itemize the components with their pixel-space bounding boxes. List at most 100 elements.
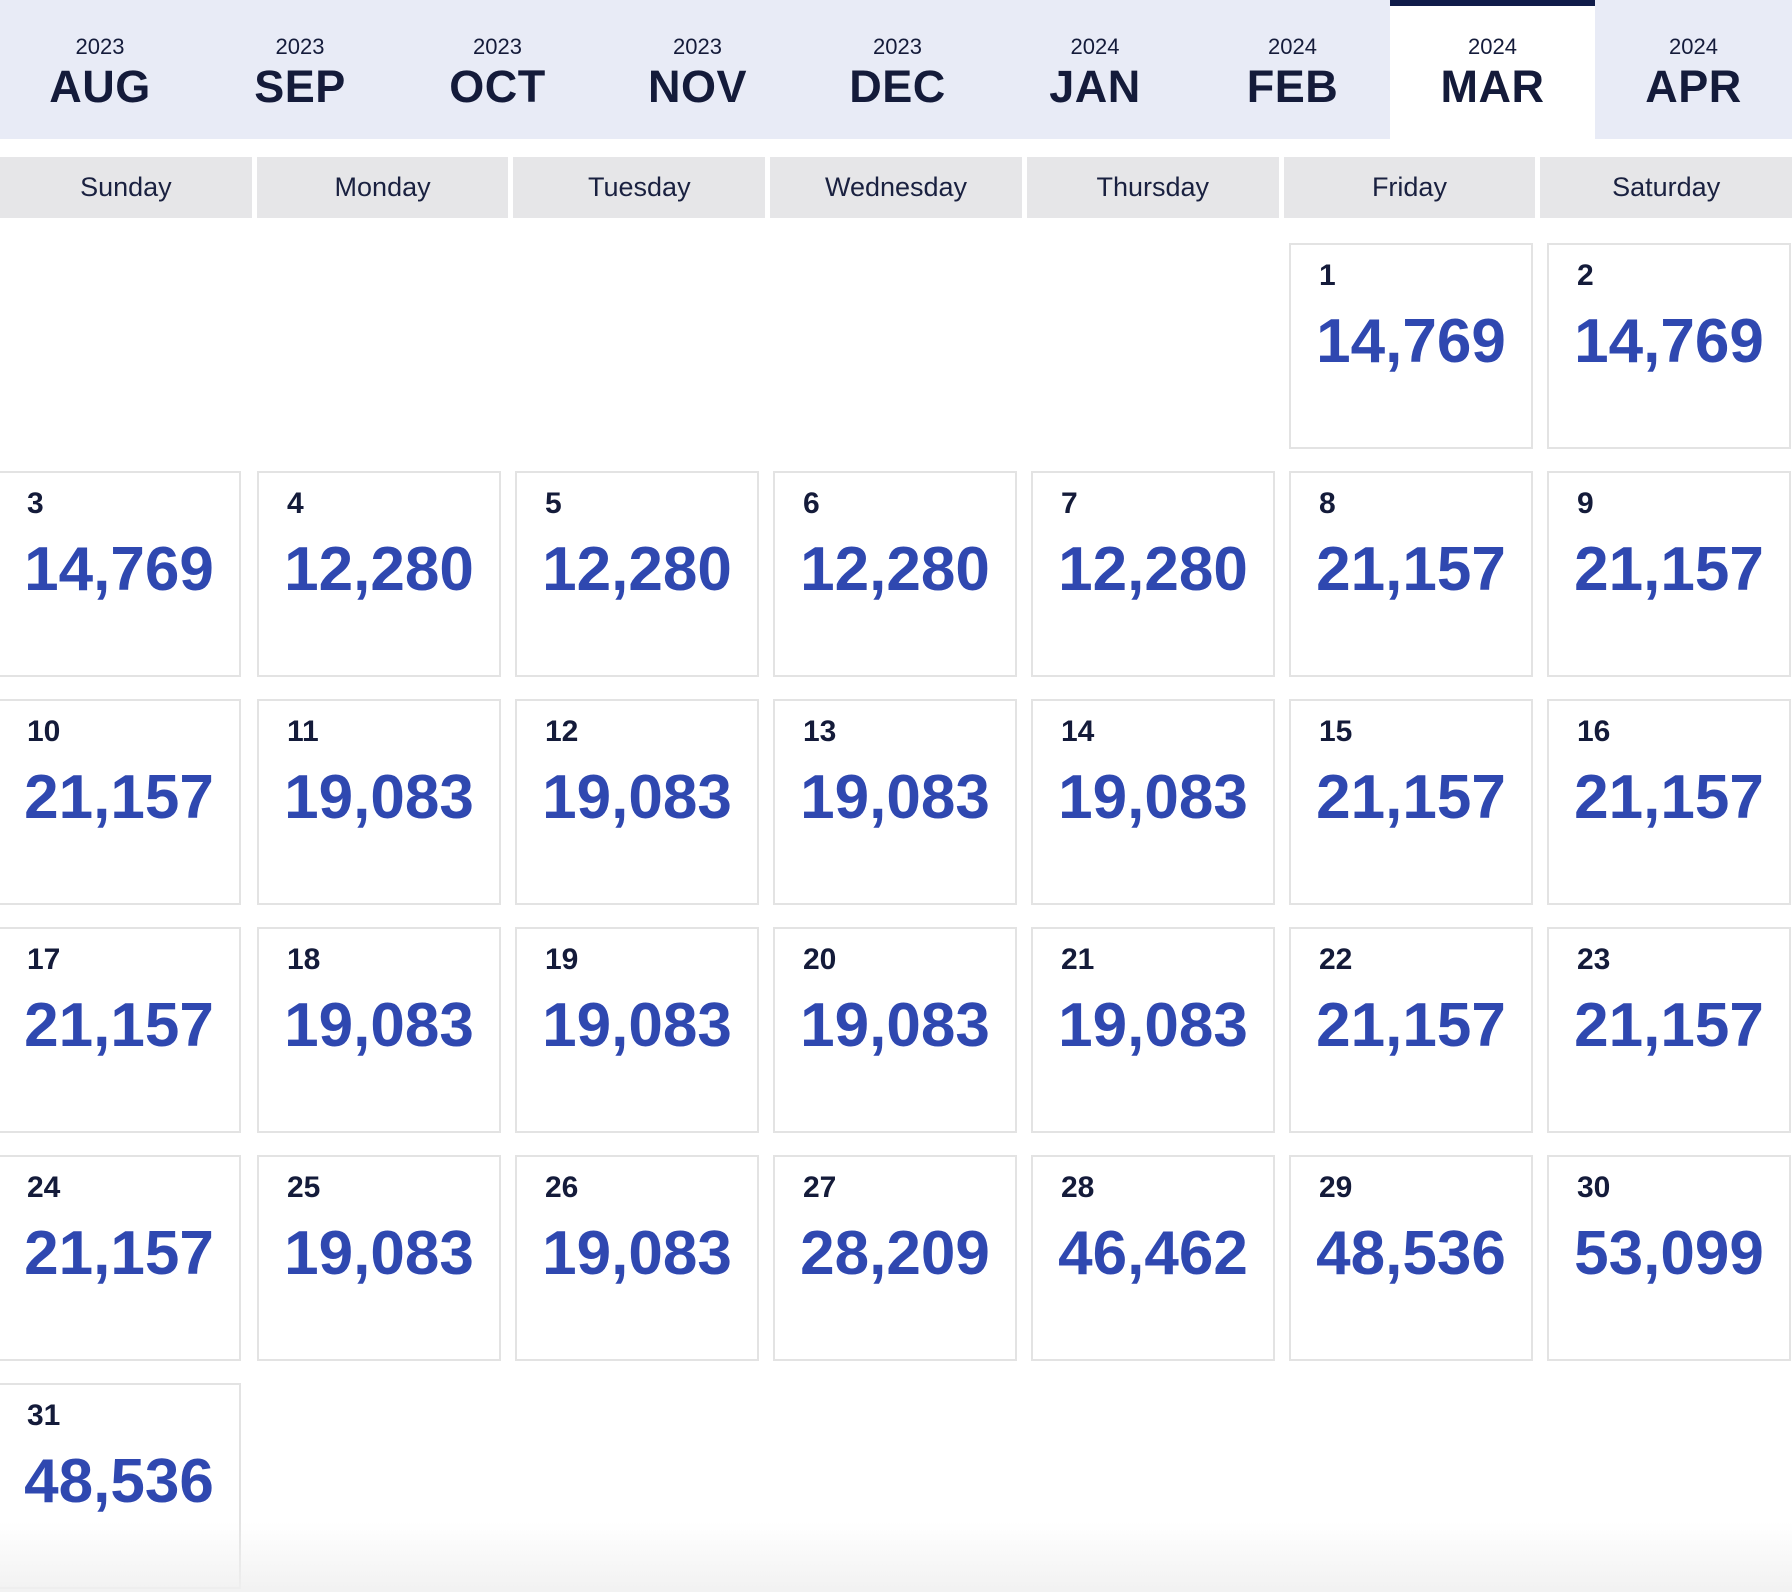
day-cell[interactable]: 31 48,536 [0, 1383, 241, 1589]
day-number: 17 [27, 943, 61, 976]
month-tab-apr[interactable]: 2024 APR [1595, 0, 1792, 139]
day-cell[interactable]: 4 12,280 [257, 471, 501, 677]
day-cell[interactable]: 30 53,099 [1547, 1155, 1791, 1361]
month-tab-label: AUG [49, 61, 151, 112]
day-number: 3 [27, 487, 44, 520]
day-number: 4 [287, 487, 304, 520]
day-price: 48,536 [24, 1447, 214, 1516]
day-number: 14 [1061, 715, 1095, 748]
day-cell[interactable]: 6 12,280 [773, 471, 1017, 677]
month-tab-label: FEB [1246, 61, 1339, 112]
day-price: 21,157 [24, 991, 214, 1060]
day-cell[interactable]: 27 28,209 [773, 1155, 1017, 1361]
day-number: 12 [545, 715, 579, 748]
weekday-sunday: Sunday [0, 157, 252, 218]
month-tab-year: 2024 [1468, 34, 1517, 59]
day-price: 21,157 [24, 763, 214, 832]
day-number: 6 [803, 487, 820, 520]
day-cell[interactable]: 11 19,083 [257, 699, 501, 905]
day-cell[interactable]: 15 21,157 [1289, 699, 1533, 905]
day-cell[interactable]: 24 21,157 [0, 1155, 241, 1361]
month-tab-mar[interactable]: 2024 MAR [1390, 0, 1595, 139]
day-number: 2 [1577, 259, 1594, 292]
month-tab-oct[interactable]: 2023 OCT [400, 0, 595, 139]
day-number: 21 [1061, 943, 1095, 976]
month-tab-year: 2024 [1268, 34, 1317, 59]
day-price: 12,280 [1058, 535, 1248, 604]
day-number: 18 [287, 943, 321, 976]
day-number: 22 [1319, 943, 1353, 976]
day-price: 19,083 [800, 991, 990, 1060]
day-cell[interactable]: 17 21,157 [0, 927, 241, 1133]
month-tab-label: OCT [449, 61, 546, 112]
day-cell[interactable]: 13 19,083 [773, 699, 1017, 905]
month-tab-label: DEC [849, 61, 946, 112]
month-tab-dec[interactable]: 2023 DEC [800, 0, 995, 139]
day-cell[interactable]: 19 19,083 [515, 927, 759, 1133]
day-price: 19,083 [1058, 991, 1248, 1060]
day-price: 48,536 [1316, 1219, 1506, 1288]
day-price: 12,280 [542, 535, 732, 604]
day-number: 16 [1577, 715, 1611, 748]
month-tab-aug[interactable]: 2023 AUG [0, 0, 200, 139]
day-number: 20 [803, 943, 837, 976]
day-price: 53,099 [1574, 1219, 1764, 1288]
day-cell[interactable]: 16 21,157 [1547, 699, 1791, 905]
day-cell[interactable]: 25 19,083 [257, 1155, 501, 1361]
day-number: 8 [1319, 487, 1336, 520]
day-cell[interactable]: 14 19,083 [1031, 699, 1275, 905]
day-number: 10 [27, 715, 61, 748]
weekday-header: Sunday Monday Tuesday Wednesday Thursday Frid… [0, 157, 1792, 218]
month-tab-year: 2023 [673, 34, 722, 59]
day-price: 12,280 [800, 535, 990, 604]
month-tab-sep[interactable]: 2023 SEP [200, 0, 400, 139]
day-cell[interactable]: 8 21,157 [1289, 471, 1533, 677]
day-number: 28 [1061, 1171, 1095, 1204]
month-tab-year: 2023 [75, 34, 125, 59]
day-cell[interactable]: 21 19,083 [1031, 927, 1275, 1133]
bottom-fade [0, 1522, 1792, 1592]
day-price: 28,209 [800, 1219, 990, 1288]
day-cell[interactable]: 23 21,157 [1547, 927, 1791, 1133]
month-tab-label: APR [1645, 61, 1742, 112]
day-price: 14,769 [1574, 307, 1764, 376]
day-number: 11 [287, 715, 319, 748]
day-number: 9 [1577, 487, 1594, 520]
day-cell[interactable]: 22 21,157 [1289, 927, 1533, 1133]
month-tab-nov[interactable]: 2023 NOV [595, 0, 800, 139]
day-price: 14,769 [24, 535, 214, 604]
month-tab-year: 2024 [1669, 34, 1718, 59]
day-number: 24 [27, 1171, 61, 1204]
day-number: 31 [27, 1399, 61, 1432]
day-cell[interactable]: 18 19,083 [257, 927, 501, 1133]
month-tab-feb[interactable]: 2024 FEB [1195, 0, 1390, 139]
day-number: 7 [1061, 487, 1078, 520]
day-price: 19,083 [284, 991, 474, 1060]
day-number: 27 [803, 1171, 837, 1204]
month-tab-label: MAR [1440, 61, 1545, 112]
day-cell[interactable]: 20 19,083 [773, 927, 1017, 1133]
day-cell[interactable]: 7 12,280 [1031, 471, 1275, 677]
day-number: 5 [545, 487, 562, 520]
day-number: 19 [545, 943, 579, 976]
month-tab-jan[interactable]: 2024 JAN [995, 0, 1195, 139]
day-number: 29 [1319, 1171, 1353, 1204]
day-cell[interactable]: 1 14,769 [1289, 243, 1533, 449]
day-price: 46,462 [1058, 1219, 1248, 1288]
day-number: 25 [287, 1171, 321, 1204]
weekday-saturday: Saturday [1540, 157, 1792, 218]
month-tab-year: 2023 [873, 34, 922, 59]
day-number: 15 [1319, 715, 1353, 748]
day-cell[interactable]: 5 12,280 [515, 471, 759, 677]
day-price: 19,083 [800, 763, 990, 832]
day-cell[interactable]: 26 19,083 [515, 1155, 759, 1361]
month-tab-label: JAN [1049, 61, 1141, 112]
day-cell[interactable]: 10 21,157 [0, 699, 241, 905]
day-cell[interactable]: 9 21,157 [1547, 471, 1791, 677]
day-cell[interactable]: 2 14,769 [1547, 243, 1791, 449]
day-cell[interactable]: 12 19,083 [515, 699, 759, 905]
day-cell[interactable]: 28 46,462 [1031, 1155, 1275, 1361]
day-price: 19,083 [284, 1219, 474, 1288]
day-cell[interactable]: 3 14,769 [0, 471, 241, 677]
day-cell[interactable]: 29 48,536 [1289, 1155, 1533, 1361]
